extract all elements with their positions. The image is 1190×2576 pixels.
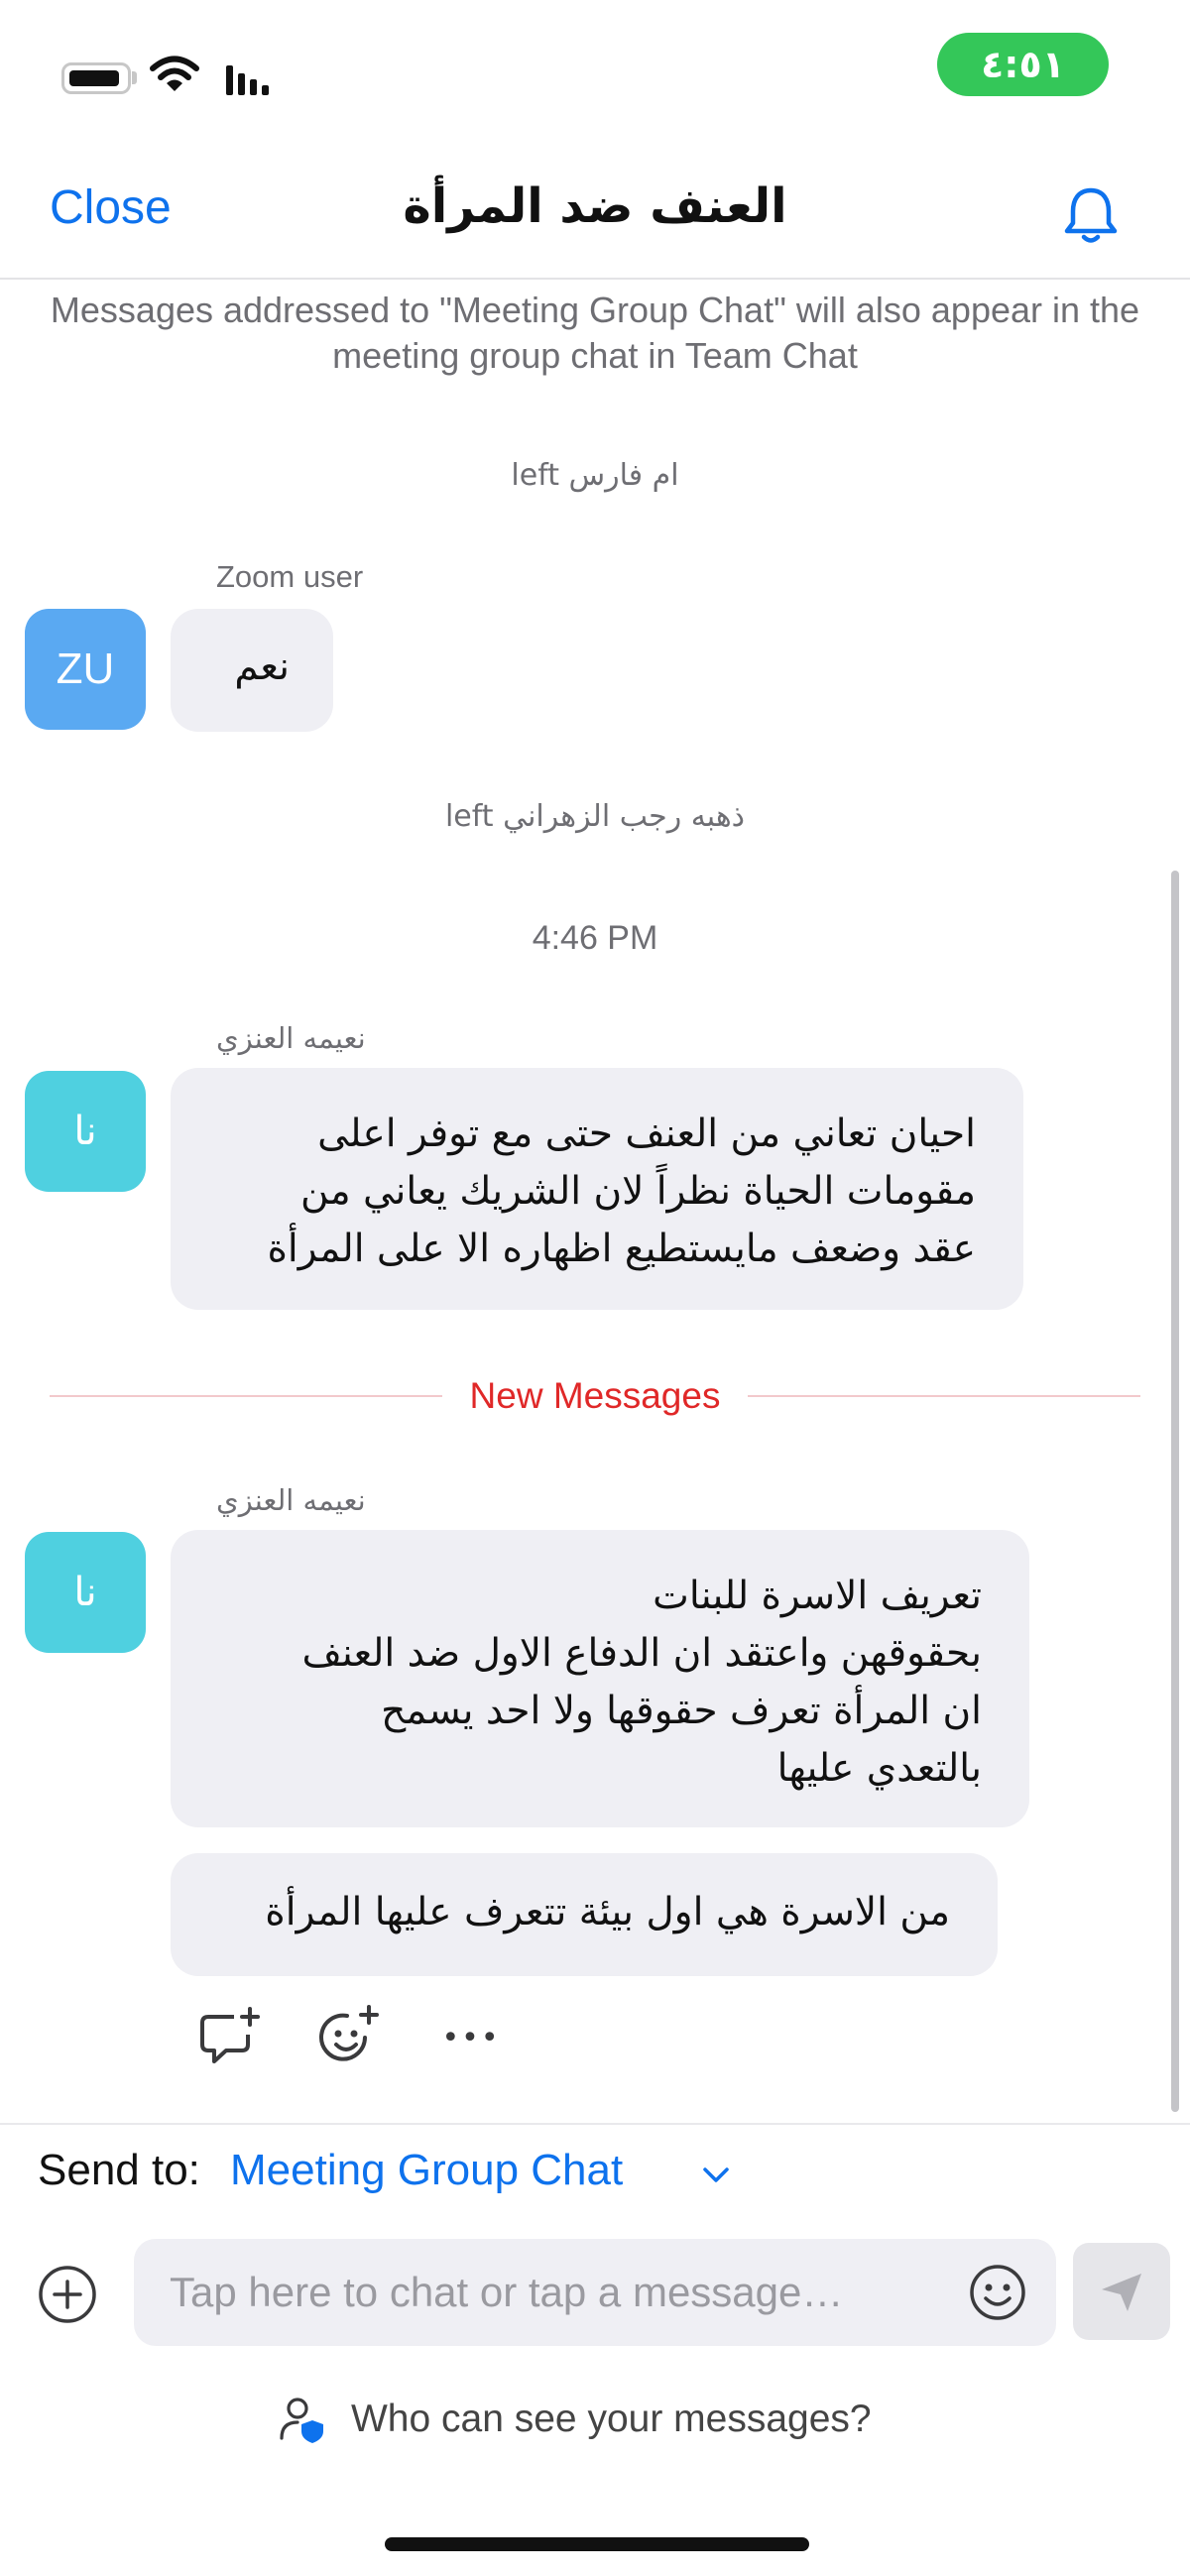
cellular-signal-icon xyxy=(226,65,269,95)
status-bar: ٤:٥١ xyxy=(0,0,1190,129)
send-icon xyxy=(1102,2274,1141,2311)
divider-line xyxy=(50,1395,442,1397)
battery-icon xyxy=(61,62,131,94)
send-to-label: Send to: xyxy=(38,2146,200,2194)
send-button[interactable] xyxy=(1073,2243,1170,2340)
new-messages-divider: New Messages xyxy=(50,1371,1140,1421)
avatar[interactable]: نا xyxy=(25,1532,146,1653)
avatar[interactable]: ZU xyxy=(25,609,146,730)
composer-divider xyxy=(0,2123,1190,2125)
message-line: تعريف الاسرة للبنات xyxy=(653,1574,982,1618)
chat-scrollbar[interactable] xyxy=(1171,871,1179,2112)
message-bubble[interactable]: من الاسرة هي اول بيئة تتعرف عليها المرأة xyxy=(171,1853,998,1976)
battery-cap xyxy=(132,71,137,84)
message-line: بحقوقهن واعتقد ان الدفاع الاول ضد العنف xyxy=(301,1631,982,1676)
divider-line xyxy=(748,1395,1140,1397)
message-text: نعم xyxy=(234,644,290,689)
sender-name: Zoom user xyxy=(216,559,364,594)
team-chat-notice: Messages addressed to "Meeting Group Cha… xyxy=(50,290,1140,376)
new-messages-label: New Messages xyxy=(469,1375,721,1416)
chat-header: Close العنف ضد المرأة xyxy=(0,159,1190,280)
sender-name: نعيمه العنزي xyxy=(216,1021,366,1055)
bell-icon[interactable] xyxy=(1056,180,1126,250)
close-button[interactable]: Close xyxy=(50,180,172,235)
status-time: ٤:٥١ xyxy=(937,33,1109,96)
add-attachment-icon[interactable] xyxy=(36,2263,99,2326)
home-indicator[interactable] xyxy=(385,2537,809,2551)
message-line: عقد وضعف مايستطيع اظهاره الا على المرأة xyxy=(267,1227,976,1271)
message-line: من الاسرة هي اول بيئة تتعرف عليها المرأة xyxy=(265,1890,950,1934)
emoji-icon[interactable] xyxy=(966,2261,1029,2324)
who-can-see-text: Who can see your messages? xyxy=(351,2398,872,2440)
sender-name: نعيمه العنزي xyxy=(216,1483,366,1517)
message-bubble[interactable]: نعم xyxy=(171,609,333,732)
privacy-user-shield-icon xyxy=(280,2398,323,2443)
avatar[interactable]: نا xyxy=(25,1071,146,1192)
message-line: ان المرأة تعرف حقوقها ولا احد يسمح xyxy=(381,1689,982,1733)
add-reaction-icon[interactable] xyxy=(313,2003,383,2072)
message-bubble[interactable]: احيان تعاني من العنف حتى مع توفر اعلى مق… xyxy=(171,1068,1023,1310)
page-title: العنف ضد المرأة xyxy=(403,178,787,234)
reply-comment-icon[interactable] xyxy=(194,2003,264,2072)
more-dots-icon[interactable]: ••• xyxy=(436,2003,506,2072)
message-bubble[interactable]: تعريف الاسرة للبنات بحقوقهن واعتقد ان ال… xyxy=(171,1530,1029,1827)
message-line: احيان تعاني من العنف حتى مع توفر اعلى xyxy=(317,1112,976,1156)
zoom-meeting-chat-screen: ٤:٥١ Close العنف ضد المرأة Messages addr… xyxy=(0,0,1190,2576)
wifi-icon xyxy=(150,56,199,91)
time-divider: 4:46 PM xyxy=(532,919,658,957)
who-can-see-messages-link[interactable]: Who can see your messages? xyxy=(278,2392,872,2447)
message-line: مقومات الحياة نظراً لان الشريك يعاني من xyxy=(300,1169,976,1214)
chevron-down-icon[interactable] xyxy=(699,2162,733,2187)
send-to-recipient-selector[interactable]: Meeting Group Chat xyxy=(230,2146,623,2195)
system-message: ذهبه رجب الزهراني left xyxy=(444,799,746,834)
message-line: بالتعدي عليها xyxy=(776,1746,982,1791)
chat-message-input[interactable] xyxy=(134,2239,1056,2346)
system-message: ام فارس left xyxy=(511,458,679,493)
